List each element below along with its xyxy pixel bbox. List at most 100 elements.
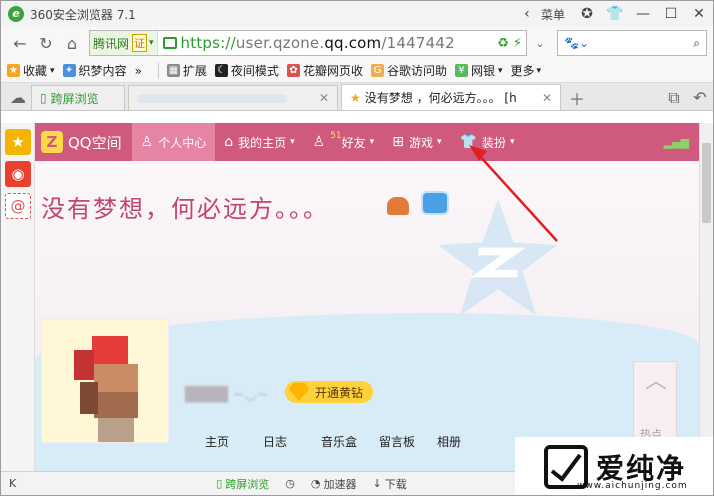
tab-cross-screen[interactable]: ▯ 跨屏浏览 [31, 85, 125, 110]
status-cross-screen[interactable]: ▯ 跨屏浏览 [216, 476, 269, 492]
accelerator-icon: ◔ [310, 477, 321, 490]
nav-dressup[interactable]: 👕 装扮 ▾ [450, 123, 523, 161]
mail-icon[interactable]: @ [5, 193, 31, 219]
profile-nav: 主页 日志 音乐盒 留言板 相册 [205, 433, 495, 450]
tab-bar: ☁ ▯ 跨屏浏览 ✕ ★ 没有梦想 ，何必远方。。。 [h ✕ ＋ ⧉ ↶ [1, 83, 713, 111]
cert-badge: 证 [132, 34, 148, 52]
cloud-icon[interactable]: ☁ [5, 85, 31, 110]
scroll-top-icon[interactable]: ︿ [634, 362, 678, 402]
tab-list-icon[interactable]: ⧉ [661, 85, 687, 110]
qzone-star-watermark-icon [438, 199, 558, 316]
bookmark-item[interactable]: 更多 ▾ [511, 62, 542, 79]
search-engine-icon[interactable]: 🐾⌄ [564, 36, 589, 50]
clock-icon[interactable]: ◷ [285, 477, 295, 490]
nav-games[interactable]: ⊞ 游戏 ▾ [383, 123, 450, 161]
open-yellow-diamond-button[interactable]: 开通黄钻 [285, 381, 374, 403]
refresh-button[interactable]: ↻ [33, 30, 59, 56]
shirt-icon: 👕 [459, 134, 477, 150]
profile-nav-item[interactable]: 日志 [263, 433, 321, 450]
nav-personal-center[interactable]: ♙ 个人中心 [131, 123, 216, 161]
bank-icon: ¥ [454, 64, 468, 77]
bookmark-item[interactable]: ✦ 织梦内容 [62, 62, 127, 79]
bookmark-item[interactable]: ▦ 扩展 [166, 62, 207, 79]
user-name-blurred: ████ ~◡~ [185, 387, 269, 403]
profile-nav-item[interactable]: 留言板 [379, 433, 437, 450]
close-button[interactable]: ✕ [685, 1, 713, 27]
wing-badge-icon[interactable] [421, 191, 449, 215]
lock-icon [162, 37, 177, 49]
signal-icon: ▂▄▆ [663, 135, 689, 149]
nav-my-home[interactable]: ⌂ 我的主页 ▾ [215, 123, 303, 161]
navigation-toolbar: ← ↻ ⌂ 腾讯网 证 ▾ https://user.qzone.qq.com/… [1, 27, 713, 59]
extension-icon: ▦ [166, 64, 180, 77]
maximize-button[interactable]: ☐ [657, 1, 685, 27]
profile-nav-item[interactable]: 音乐盒 [321, 433, 379, 450]
profile-nav-item[interactable]: 相册 [437, 433, 495, 450]
phone-icon: ▯ [216, 477, 223, 490]
user-icon: ♙ [140, 134, 154, 150]
bookmark-item[interactable]: ☾ 夜间模式 [214, 62, 279, 79]
qzone-page: Z QQ空间 ♙ 个人中心 ⌂ 我的主页 ▾ ♙ 51 好友 ▾ ⊞ 游戏 ▾ 👕 装扮 ▾ ▂▄▆… [35, 123, 699, 473]
speed-icon[interactable]: ⚡ [513, 36, 522, 51]
translate-icon[interactable]: ♻ [497, 36, 509, 51]
huaban-icon: ✿ [286, 64, 300, 77]
back-button[interactable]: ← [7, 30, 33, 56]
friends-icon: ♙ [312, 134, 326, 150]
vertical-scrollbar[interactable] [699, 123, 713, 473]
qzone-logo[interactable]: Z QQ空间 [35, 131, 132, 153]
browser-logo-icon: e [8, 6, 24, 22]
medal-icon[interactable]: ✪ [573, 1, 601, 27]
nav-friends[interactable]: ♙ 51 好友 ▾ [304, 123, 384, 161]
sparkle-icon: ✦ [62, 64, 76, 77]
bookmark-item[interactable]: G 谷歌访问助 [370, 62, 447, 79]
qzone-star-icon: Z [41, 131, 63, 153]
back-icon[interactable]: ‹ [513, 1, 541, 27]
bookmark-item[interactable]: ¥ 网银 ▾ [454, 62, 503, 79]
page-content: ★ ◉ @ Z QQ空间 ♙ 个人中心 ⌂ 我的主页 ▾ ♙ 51 好友 ▾ ⊞ 游戏 ▾ 👕 装… [1, 123, 713, 473]
search-icon[interactable]: ⌕ [693, 36, 700, 51]
address-dropdown-icon[interactable]: ⌄ [527, 30, 553, 56]
menu-button[interactable]: 菜单 [541, 6, 565, 23]
minimize-button[interactable]: — [629, 1, 657, 27]
grid-icon: ⊞ [392, 134, 404, 150]
tab-qzone[interactable]: ★ 没有梦想 ，何必远方。。。 [h ✕ [341, 84, 561, 110]
close-tab-icon[interactable]: ✕ [311, 91, 329, 105]
home-icon: ⌂ [224, 134, 234, 150]
star-icon: ★ [7, 64, 20, 77]
watermark-url: www.aichunjing.com [577, 481, 688, 491]
site-watermark: 爱纯净 www.aichunjing.com [515, 437, 713, 495]
browser-window: e 360安全浏览器 7.1 ‹ 菜单 ✪ 👕 — ☐ ✕ ← ↻ ⌂ 腾讯网 … [0, 0, 714, 496]
cert-name: 腾讯网 [93, 36, 130, 51]
diamond-icon [289, 383, 309, 401]
profile-nav-item[interactable]: 主页 [205, 433, 263, 450]
collapse-sidebar-icon[interactable]: K [9, 477, 16, 490]
site-certificate[interactable]: 腾讯网 证 ▾ [90, 31, 158, 55]
window-title: 360安全浏览器 7.1 [30, 7, 136, 22]
bookmark-item[interactable]: ★ 收藏 ▾ [7, 62, 55, 79]
title-bar: e 360安全浏览器 7.1 ‹ 菜单 ✪ 👕 — ☐ ✕ [1, 1, 713, 27]
skin-icon[interactable]: 👕 [601, 1, 629, 27]
tab-blurred[interactable]: ✕ [128, 85, 338, 110]
new-tab-button[interactable]: ＋ [564, 85, 590, 110]
download-icon: ↓ [372, 477, 382, 490]
weibo-icon[interactable]: ◉ [5, 161, 31, 187]
favorites-icon[interactable]: ★ [5, 129, 31, 155]
qzone-nav: Z QQ空间 ♙ 个人中心 ⌂ 我的主页 ▾ ♙ 51 好友 ▾ ⊞ 游戏 ▾ 👕 装扮 ▾ ▂▄▆ [35, 123, 699, 161]
avatar[interactable] [41, 319, 169, 443]
star-icon: ★ [350, 90, 361, 105]
friends-badge: 51 [330, 131, 342, 141]
search-box[interactable]: 🐾⌄ ⌕ [557, 30, 707, 56]
undo-close-icon[interactable]: ↶ [687, 85, 713, 110]
close-tab-icon[interactable]: ✕ [534, 91, 552, 105]
bookmark-overflow-icon[interactable]: » [135, 64, 142, 78]
home-button[interactable]: ⌂ [59, 30, 85, 56]
decoration-badge-icon[interactable] [387, 197, 409, 215]
night-mode-icon: ☾ [214, 64, 228, 77]
bookmark-item[interactable]: ✿ 花瓣网页收 [286, 62, 363, 79]
bookmarks-bar: ★ 收藏 ▾ ✦ 织梦内容 » ▦ 扩展 ☾ 夜间模式 ✿ 花瓣网页收 G 谷歌访问助 ¥ 网银… [1, 59, 713, 83]
status-download[interactable]: ↓ 下载 [373, 476, 407, 492]
status-accelerator[interactable]: ◔ 加速器 [311, 476, 357, 492]
url-text[interactable]: https://user.qzone.qq.com/1447442 [181, 34, 455, 52]
phone-icon: ▯ [40, 91, 47, 105]
address-bar[interactable]: 腾讯网 证 ▾ https://user.qzone.qq.com/144744… [89, 30, 527, 56]
